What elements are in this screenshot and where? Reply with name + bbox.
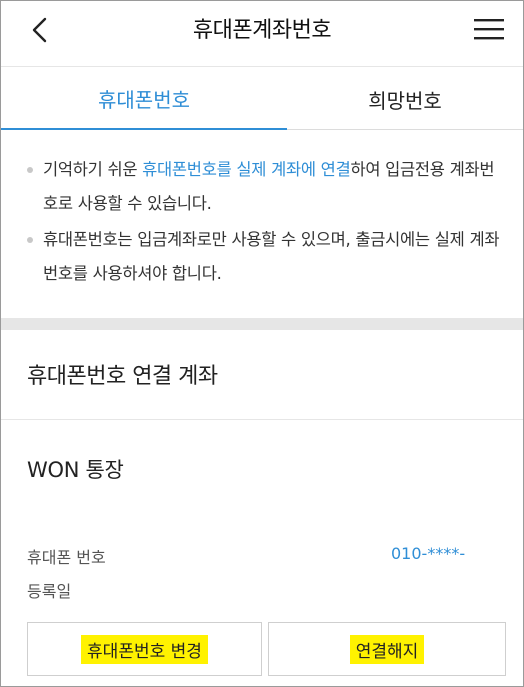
- hamburger-menu-icon: [474, 19, 504, 40]
- menu-button[interactable]: [472, 15, 506, 43]
- tab-wish-number[interactable]: 희망번호: [287, 68, 523, 130]
- note-item: 기억하기 쉬운 휴대폰번호를 실제 계좌에 연결하여 입금전용 계좌번호로 사용…: [25, 153, 509, 221]
- account-name: WON 통장: [27, 458, 124, 482]
- phone-number-label: 휴대폰 번호: [27, 548, 106, 567]
- bullet-icon: [27, 167, 33, 173]
- note-highlight: 휴대폰번호를 실제 계좌에 연결: [142, 160, 351, 179]
- info-notes: 기억하기 쉬운 휴대폰번호를 실제 계좌에 연결하여 입금전용 계좌번호로 사용…: [25, 153, 509, 293]
- phone-number-value: 010-****-: [391, 544, 466, 563]
- registration-date-label: 등록일: [27, 582, 72, 601]
- button-label: 연결해지: [349, 634, 425, 664]
- note-text: 휴대폰번호는 입금계좌로만 사용할 수 있으며, 출금시에는 실제 계좌번호를 …: [43, 230, 500, 283]
- change-phone-number-button[interactable]: 휴대폰번호 변경: [27, 622, 262, 676]
- section-divider: [1, 318, 523, 330]
- tab-phone-number[interactable]: 휴대폰번호: [1, 68, 287, 130]
- page-title: 휴대폰계좌번호: [192, 18, 332, 43]
- top-bar: 휴대폰계좌번호: [1, 1, 523, 67]
- divider: [1, 419, 523, 420]
- app-screen: 휴대폰계좌번호 휴대폰번호 희망번호 기억하기 쉬운 휴대폰번호를 실제 계좌에…: [0, 0, 524, 687]
- button-label: 휴대폰번호 변경: [81, 634, 208, 664]
- release-link-button[interactable]: 연결해지: [268, 622, 506, 676]
- section-title: 휴대폰번호 연결 계좌: [27, 364, 218, 389]
- note-text: 기억하기 쉬운: [43, 160, 143, 179]
- tab-bar: 휴대폰번호 희망번호: [1, 68, 523, 130]
- bullet-icon: [27, 237, 33, 243]
- note-item: 휴대폰번호는 입금계좌로만 사용할 수 있으며, 출금시에는 실제 계좌번호를 …: [25, 223, 509, 291]
